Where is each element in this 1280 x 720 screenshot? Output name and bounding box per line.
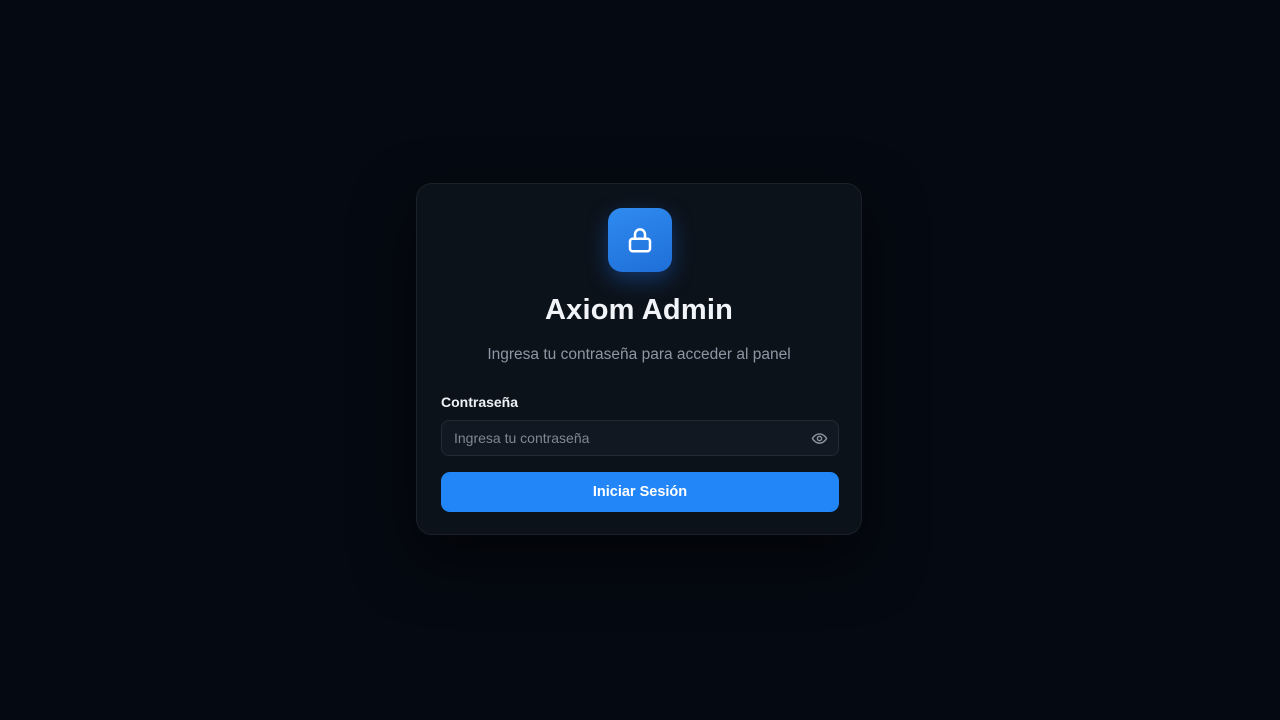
page-title: Axiom Admin (544, 294, 734, 326)
password-label: Contraseña (441, 394, 519, 410)
eye-icon[interactable] (810, 430, 828, 446)
logo-badge (608, 208, 672, 272)
page-subtitle: Ingresa tu contraseña para acceder al pa… (487, 346, 791, 363)
login-page: Axiom Admin Ingresa tu contraseña para a… (0, 0, 1280, 720)
lock-icon (625, 225, 655, 255)
login-button[interactable]: Iniciar Sesión (441, 472, 839, 512)
login-card: Axiom Admin Ingresa tu contraseña para a… (416, 183, 862, 535)
password-input[interactable] (442, 421, 802, 455)
password-field-wrapper (441, 420, 839, 456)
